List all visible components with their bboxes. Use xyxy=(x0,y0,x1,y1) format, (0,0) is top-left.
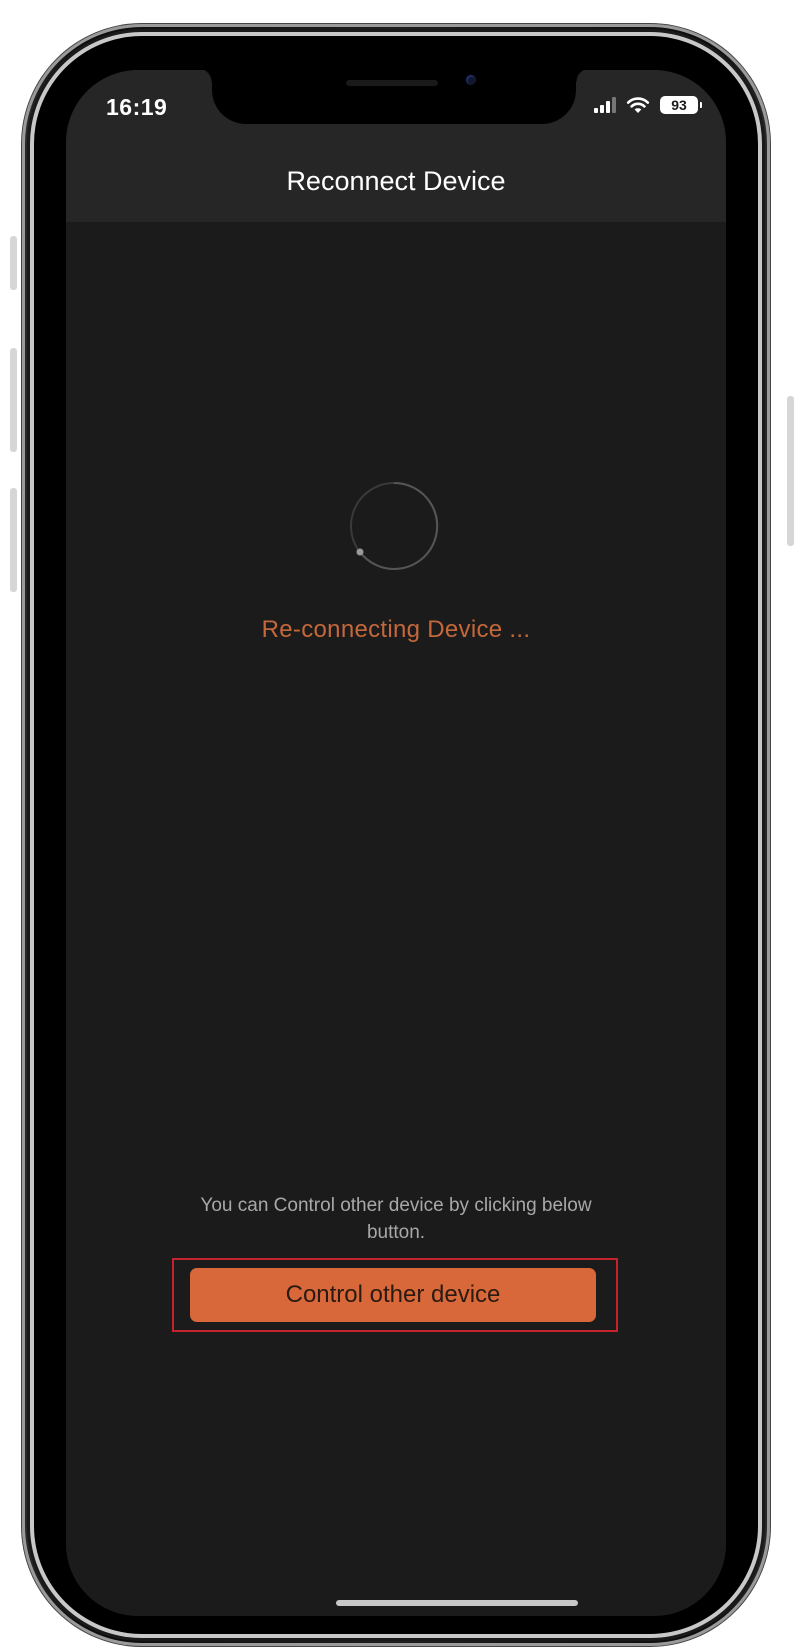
status-bar: 16:19 93 xyxy=(66,70,726,136)
front-camera xyxy=(466,75,476,85)
connection-status-text: Re-connecting Device ... xyxy=(261,616,531,643)
phone-screen: 16:19 93 Reconnect Device Re-connecting … xyxy=(66,70,726,1616)
power-button xyxy=(787,396,794,546)
status-icons: 93 xyxy=(594,96,702,114)
hint-text: You can Control other device by clicking… xyxy=(200,1195,592,1243)
loading-spinner-icon xyxy=(350,481,439,570)
signal-icon xyxy=(594,97,616,113)
home-indicator[interactable] xyxy=(336,1600,578,1606)
notch xyxy=(198,70,590,124)
mute-switch xyxy=(10,236,17,290)
control-other-device-button[interactable]: Control other device xyxy=(190,1268,596,1322)
battery-icon: 93 xyxy=(660,96,702,114)
status-time: 16:19 xyxy=(106,94,168,120)
wifi-icon xyxy=(626,97,650,113)
volume-down-button xyxy=(10,488,17,592)
page: 16:19 93 Reconnect Device Re-connecting … xyxy=(0,0,804,1650)
page-title: Reconnect Device xyxy=(286,166,506,196)
main-content: Re-connecting Device ... You can Control… xyxy=(66,222,726,1616)
volume-up-button xyxy=(10,348,17,452)
speaker-grille xyxy=(346,80,438,86)
navigation-bar: Reconnect Device xyxy=(66,136,726,222)
